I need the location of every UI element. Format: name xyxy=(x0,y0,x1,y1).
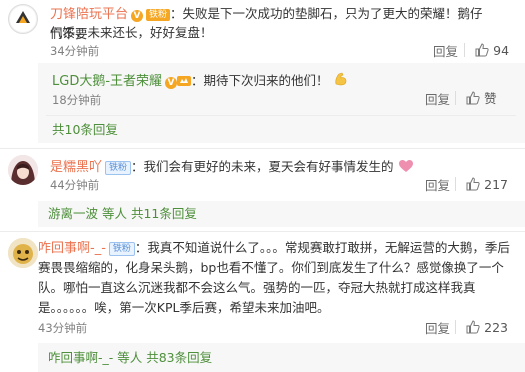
comment-time: 34分钟前 xyxy=(50,44,100,58)
comment-author[interactable]: 刀锋陪玩平台 xyxy=(50,7,128,22)
reply-button[interactable]: 回复 xyxy=(425,178,450,194)
reply-button[interactable]: 回复 xyxy=(425,321,450,337)
thumbs-up-icon xyxy=(466,177,480,191)
reply-author[interactable]: LGD大鹅-王者荣耀 xyxy=(52,74,162,89)
user-avatar-image xyxy=(8,238,38,268)
comment-header: 是糯黑吖 铁粉 ：我们会有更好的未来，夏天会有好事情发生的 xyxy=(50,157,510,177)
view-more-replies-link[interactable]: 共10条回复 xyxy=(52,122,118,138)
reply-time: 18分钟前 xyxy=(52,93,102,107)
comment-divider xyxy=(0,231,525,232)
comment-text: 我真不知道说什么了。。。常规赛敢打敢拼，无解运营的大鹅，季后 xyxy=(147,240,510,255)
verified-icon: V xyxy=(165,77,178,89)
separator: ： xyxy=(131,159,144,174)
reply-button[interactable]: 回复 xyxy=(425,92,450,108)
divider xyxy=(455,320,456,334)
like-count: 217 xyxy=(484,177,508,192)
thumbs-up-icon xyxy=(466,91,480,105)
fan-badge: 铁粉 xyxy=(105,161,132,175)
view-more-replies-link[interactable]: 游离一波 等人 共11条回复 xyxy=(48,206,197,222)
blade-logo-avatar xyxy=(10,6,36,32)
comment-text-continued: 是。。。。。。唉，第一次KPL季后赛，希望未来加油吧。 xyxy=(38,300,330,315)
separator: ： xyxy=(170,6,183,21)
comment-time: 43分钟前 xyxy=(38,321,88,335)
comment-author[interactable]: 是糯黑吖 xyxy=(50,160,102,175)
comment-text-continued: 赛畏畏缩缩的，化身呆头鹅，bp也看不懂了。你们到底发生了什么？感觉像换了一个 xyxy=(38,260,504,275)
comment-text-continued: 气馁，未来还长，好好复盘！ xyxy=(50,25,213,40)
view-more-replies-link[interactable]: 咋回事啊-_- 等人 共83条回复 xyxy=(48,350,212,366)
like-count: 94 xyxy=(493,43,510,58)
separator: ： xyxy=(134,240,148,255)
divider xyxy=(455,177,456,191)
comment-text-continued: 队。哪怕一直这么沉迷我都不会这么气。强势的一匹，夺冠大热就打成这样我真 xyxy=(38,280,476,295)
pink-heart-icon xyxy=(398,159,414,177)
thumbs-up-icon xyxy=(475,43,489,57)
comment-divider xyxy=(0,148,525,149)
like-button[interactable]: 223 xyxy=(466,320,508,336)
divider xyxy=(455,91,456,105)
like-count: 223 xyxy=(484,320,508,335)
comment-text: 我们会有更好的未来，夏天会有好事情发生的 xyxy=(143,159,394,174)
avatar[interactable] xyxy=(8,238,38,268)
separator: ： xyxy=(191,73,204,88)
verified-icon: V xyxy=(131,10,144,22)
like-label: 赞 xyxy=(484,91,497,106)
reply-text: 期待下次归来的他们！ xyxy=(203,73,329,88)
comment-time: 44分钟前 xyxy=(50,178,100,192)
gold-badge-icon xyxy=(177,75,192,91)
avatar[interactable] xyxy=(8,4,38,34)
user-avatar-image xyxy=(8,155,38,185)
comment-header: 咋回事啊-_- 铁粉 ：我真不知道说什么了。。。常规赛敢打敢拼，无解运营的大鹅，季后 xyxy=(38,238,518,258)
comment-author[interactable]: 咋回事啊-_- xyxy=(38,241,106,256)
reply-button[interactable]: 回复 xyxy=(433,44,458,60)
like-button[interactable]: 94 xyxy=(475,43,509,59)
avatar[interactable] xyxy=(8,155,38,185)
divider xyxy=(464,43,465,57)
divider xyxy=(46,115,516,116)
like-button[interactable]: 赞 xyxy=(466,91,497,107)
fan-badge: 铁粉 xyxy=(108,242,135,256)
like-button[interactable]: 217 xyxy=(466,177,508,193)
flexed-biceps-icon xyxy=(333,71,349,91)
fan-badge: 铁粉 xyxy=(146,9,171,21)
nested-reply: LGD大鹅-王者荣耀 V ：期待下次归来的他们！ xyxy=(52,71,472,91)
thumbs-up-icon xyxy=(466,320,480,334)
